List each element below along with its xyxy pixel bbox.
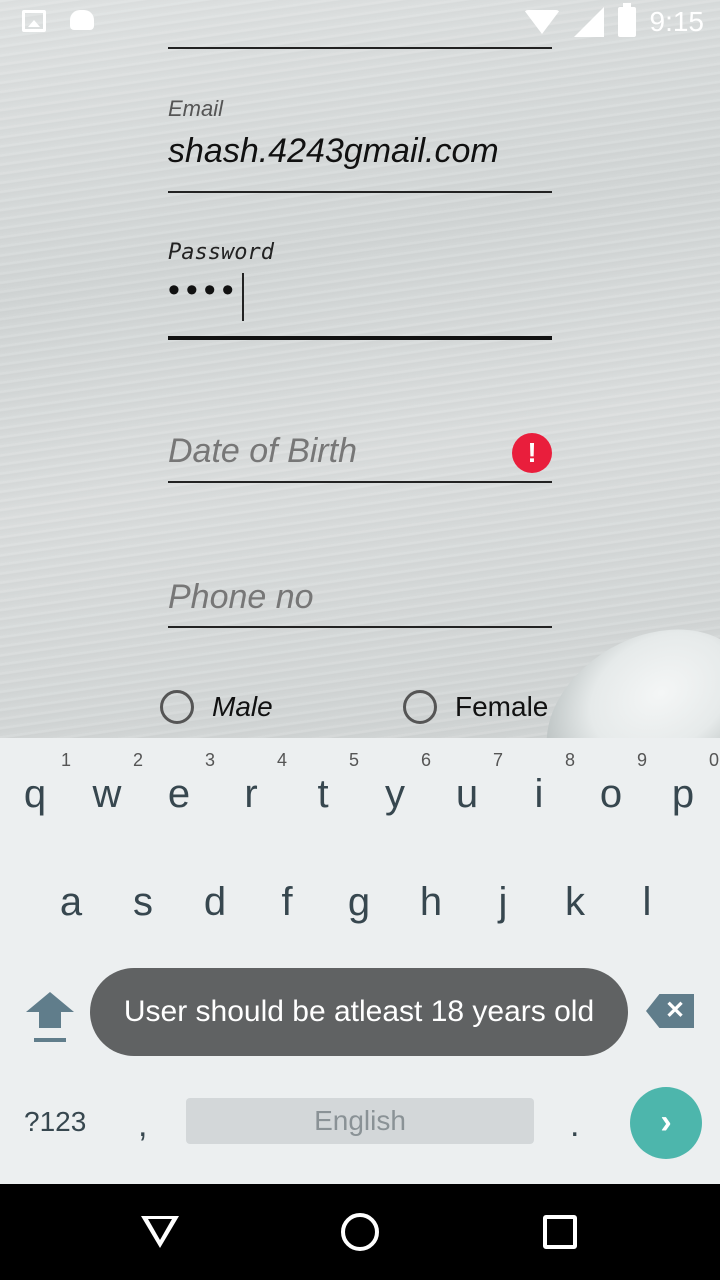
radio-male[interactable]: Male bbox=[160, 690, 273, 724]
shift-arrow-icon bbox=[26, 992, 74, 1012]
battery-charging-icon bbox=[617, 3, 636, 37]
key-label: u bbox=[455, 772, 479, 816]
home-icon[interactable] bbox=[341, 1213, 379, 1251]
key-label: w bbox=[92, 772, 122, 816]
backspace-key[interactable]: ✕ bbox=[646, 994, 694, 1028]
signal-icon bbox=[573, 7, 604, 37]
clock: 9:15 bbox=[649, 6, 705, 37]
email-value[interactable]: shash.4243gmail.com bbox=[168, 132, 552, 171]
email-field[interactable]: Email shash.4243gmail.com bbox=[168, 96, 552, 171]
key-number: 8 bbox=[564, 750, 575, 770]
key-l[interactable]: l bbox=[617, 880, 677, 925]
password-field[interactable]: Password •••• bbox=[168, 240, 552, 321]
chevron-right-icon: › bbox=[660, 1103, 672, 1141]
key-label: r bbox=[244, 772, 258, 816]
email-underline bbox=[168, 191, 552, 193]
key-number: 2 bbox=[132, 750, 143, 770]
key-j[interactable]: j bbox=[473, 880, 533, 925]
phone-placeholder: Phone no bbox=[168, 578, 314, 616]
key-g[interactable]: g bbox=[329, 880, 389, 925]
key-t[interactable]: t5 bbox=[293, 750, 359, 817]
key-label: t bbox=[317, 772, 329, 816]
dob-field[interactable]: Date of Birth bbox=[168, 432, 552, 471]
android-icon bbox=[70, 10, 94, 30]
shift-key[interactable] bbox=[26, 992, 74, 1042]
navigation-bar bbox=[0, 1184, 720, 1280]
period-key[interactable]: . bbox=[570, 1106, 579, 1145]
key-a[interactable]: a bbox=[41, 880, 101, 925]
key-h[interactable]: h bbox=[401, 880, 461, 925]
key-s[interactable]: s bbox=[113, 880, 173, 925]
key-number: 3 bbox=[204, 750, 215, 770]
recents-icon[interactable] bbox=[543, 1215, 577, 1249]
next-key[interactable]: › bbox=[630, 1087, 702, 1159]
key-number: 5 bbox=[348, 750, 359, 770]
password-label: Password bbox=[168, 240, 274, 265]
key-e[interactable]: e3 bbox=[149, 750, 215, 817]
key-o[interactable]: o9 bbox=[581, 750, 647, 817]
key-r[interactable]: r4 bbox=[221, 750, 287, 817]
shift-underline bbox=[34, 1038, 66, 1042]
phone-underline bbox=[168, 626, 552, 628]
key-number: 1 bbox=[60, 750, 71, 770]
radio-female-label: Female bbox=[455, 691, 549, 722]
key-q[interactable]: q1 bbox=[5, 750, 71, 817]
toast-text: User should be atleast 18 years old bbox=[123, 995, 595, 1028]
comma-key[interactable]: , bbox=[138, 1106, 147, 1145]
dob-placeholder: Date of Birth bbox=[168, 432, 357, 470]
symbols-key[interactable]: ?123 bbox=[24, 1106, 86, 1138]
radio-circle-icon[interactable] bbox=[403, 690, 437, 724]
key-u[interactable]: u7 bbox=[437, 750, 503, 817]
back-icon[interactable] bbox=[141, 1216, 179, 1248]
radio-male-label: Male bbox=[212, 691, 273, 722]
dob-underline bbox=[168, 481, 552, 483]
key-k[interactable]: k bbox=[545, 880, 605, 925]
key-label: e bbox=[167, 772, 191, 816]
key-number: 4 bbox=[276, 750, 287, 770]
email-label: Email bbox=[168, 96, 224, 121]
password-value[interactable]: •••• bbox=[168, 271, 240, 310]
error-icon[interactable]: ! bbox=[512, 433, 552, 473]
key-number: 7 bbox=[492, 750, 503, 770]
radio-female[interactable]: Female bbox=[403, 690, 548, 724]
key-label: o bbox=[599, 772, 623, 816]
key-number: 9 bbox=[636, 750, 647, 770]
key-d[interactable]: d bbox=[185, 880, 245, 925]
password-underline bbox=[168, 336, 552, 340]
image-icon bbox=[22, 10, 46, 32]
space-key[interactable]: English bbox=[186, 1098, 534, 1144]
key-i[interactable]: i8 bbox=[509, 750, 575, 817]
key-y[interactable]: y6 bbox=[365, 750, 431, 817]
key-number: 6 bbox=[420, 750, 431, 770]
key-p[interactable]: p0 bbox=[653, 750, 719, 817]
key-label: y bbox=[385, 772, 405, 816]
radio-circle-icon[interactable] bbox=[160, 690, 194, 724]
toast-message: User should be atleast 18 years old bbox=[90, 968, 628, 1056]
phone-field[interactable]: Phone no bbox=[168, 578, 552, 617]
shift-arrow-stem bbox=[39, 1012, 61, 1028]
key-label: q bbox=[23, 772, 47, 816]
key-w[interactable]: w2 bbox=[77, 750, 143, 817]
wifi-icon bbox=[523, 10, 560, 34]
status-bar: 9:15 bbox=[0, 0, 720, 48]
key-f[interactable]: f bbox=[257, 880, 317, 925]
text-cursor bbox=[241, 272, 244, 321]
key-number: 0 bbox=[708, 750, 719, 770]
key-label: i bbox=[534, 772, 544, 816]
soft-keyboard: q1 w2 e3 r4 t5 y6 u7 i8 o9 p0 a s d f g … bbox=[0, 738, 720, 1184]
key-label: p bbox=[671, 772, 695, 816]
